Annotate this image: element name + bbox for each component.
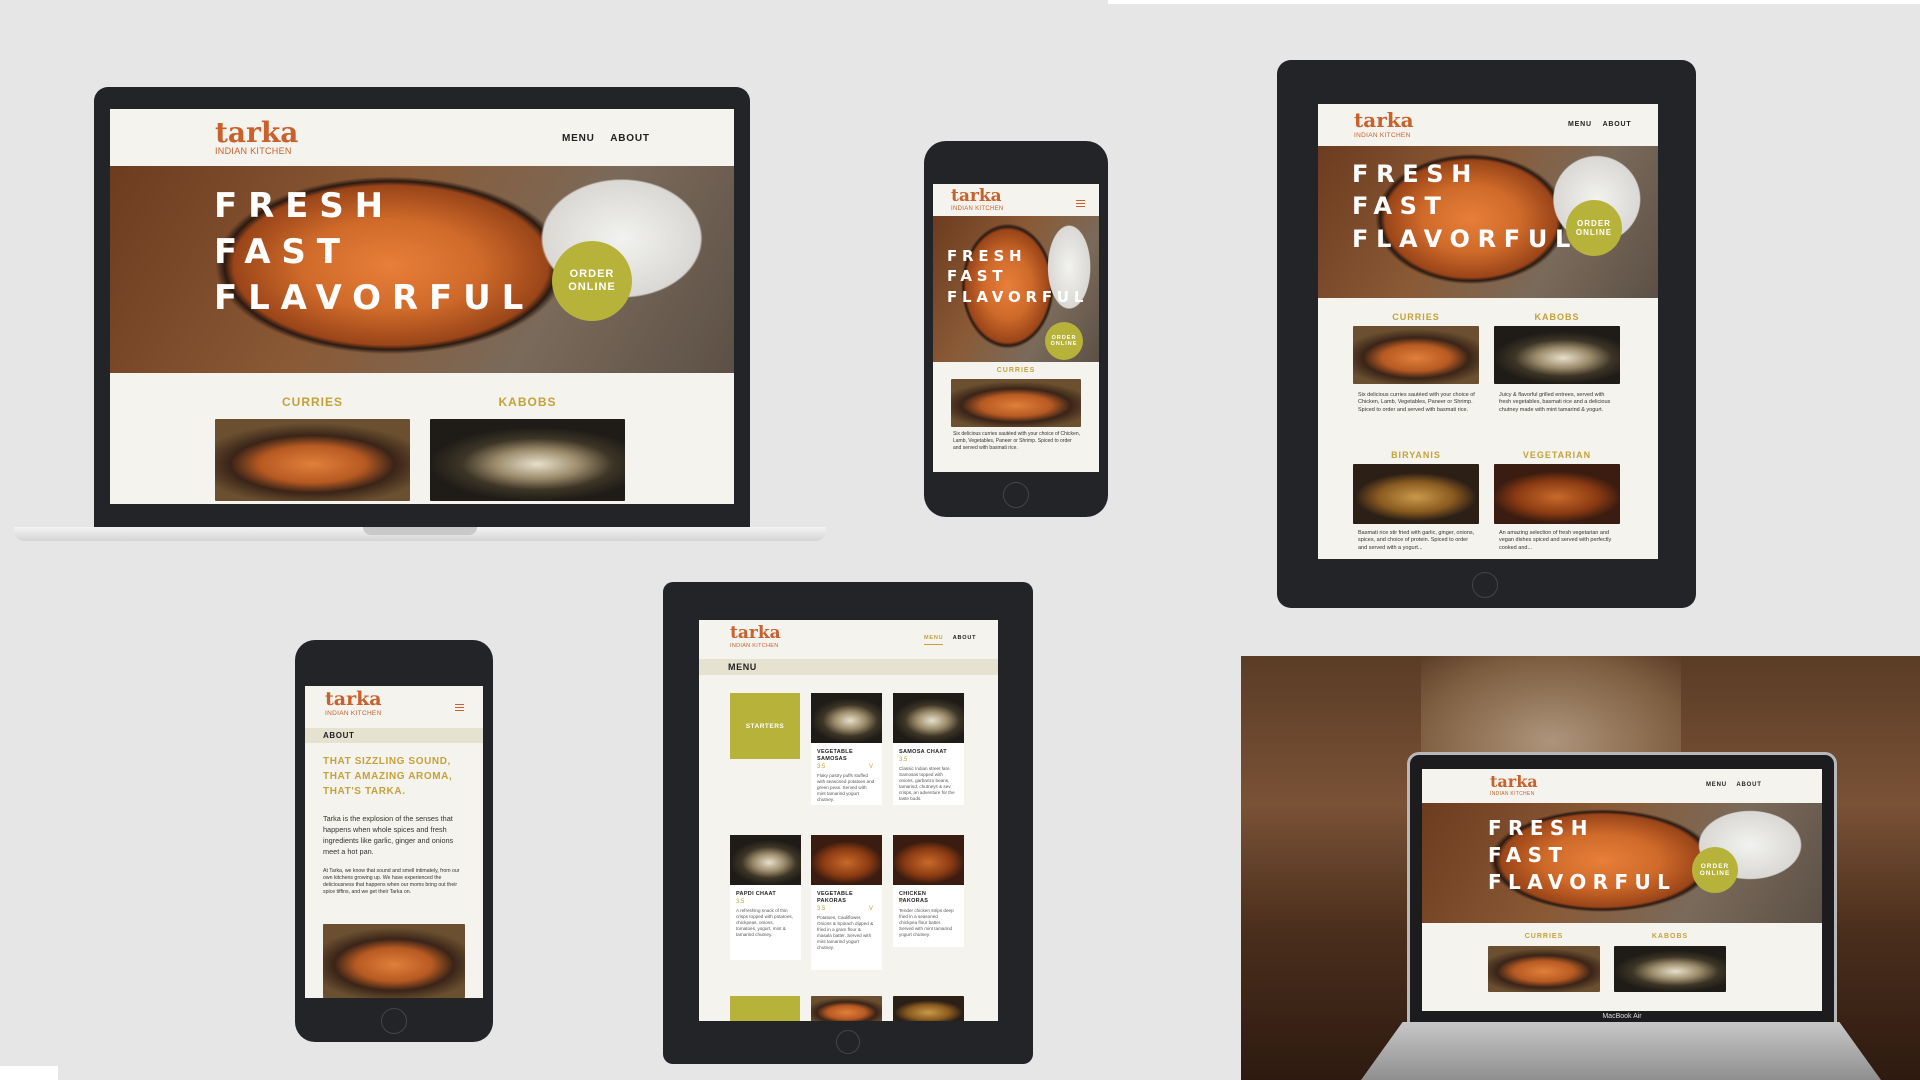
kabobs-image[interactable] [430, 419, 625, 501]
phone-screen-home: tarka INDIAN KITCHEN FRESH FAST FLAVORFU… [933, 184, 1099, 472]
section-curries-title: CURRIES [1392, 312, 1440, 322]
top-nav: MENU ABOUT [1556, 121, 1631, 128]
curries-image[interactable] [215, 419, 410, 501]
about-tagline: THAT SIZZLING SOUND, THAT AMAZING AROMA,… [323, 756, 453, 797]
phone-mockup-about: tarka INDIAN KITCHEN ABOUT THAT SIZZLING… [295, 640, 493, 1042]
home-button[interactable] [1003, 482, 1029, 508]
tablet-screen-home: tarka INDIAN KITCHEN MENU ABOUT FRESH FA… [1318, 104, 1658, 559]
order-online-button[interactable]: ORDER ONLINE [1566, 200, 1622, 256]
menu-item-image [811, 835, 882, 885]
vegetarian-description: An amazing selection of fresh vegetarian… [1499, 530, 1612, 551]
curries-image[interactable] [951, 379, 1081, 427]
section-kabobs-title: KABOBS [498, 395, 557, 409]
hero-image: FRESH FAST FLAVORFUL ORDER ONLINE [933, 216, 1099, 362]
macbook-label: MacBook Air [1602, 1013, 1642, 1020]
laptop-mockup: tarka INDIAN KITCHEN MENU ABOUT FRESH FA… [94, 87, 750, 527]
tablet-screen-menu: tarka INDIAN KITCHEN MENU ABOUT MENU STA… [699, 620, 998, 1021]
logo[interactable]: tarka INDIAN KITCHEN [215, 119, 298, 157]
hero-tagline: FRESH FAST FLAVORFUL [1352, 160, 1578, 253]
menu-item-card[interactable]: VEGETABLE SAMOSAS 3.5 V Flaky pastry puf… [811, 693, 882, 805]
nav-menu-link[interactable]: MENU [924, 635, 944, 645]
photo-laptop-screen: tarka INDIAN KITCHEN MENU ABOUT FRESH FA… [1422, 769, 1822, 1011]
nav-menu-link[interactable]: MENU [1568, 121, 1592, 128]
curries-description: Six delicious curries sautéed with your … [1358, 392, 1475, 413]
section-vegetarian-title: VEGETARIAN [1522, 450, 1592, 460]
hero-tagline: FRESH FAST FLAVORFUL [214, 186, 535, 318]
menu-heading: MENU [728, 662, 757, 672]
menu-item-card[interactable]: SAMOSA CHAAT 3.5 Classic Indian street f… [893, 693, 964, 805]
menu-item-image [893, 996, 964, 1021]
laptop-screen: tarka INDIAN KITCHEN MENU ABOUT FRESH FA… [110, 109, 734, 504]
top-nav: MENU ABOUT [550, 133, 650, 144]
kabobs-image[interactable] [1494, 326, 1620, 384]
curries-description: Six delicious curries sautéed with your … [953, 431, 1081, 451]
menu-item-image [893, 693, 964, 743]
tablet-mockup-home: tarka INDIAN KITCHEN MENU ABOUT FRESH FA… [1277, 60, 1696, 608]
hero-image: FRESH FAST FLAVORFUL ORDER ONLINE [1318, 146, 1658, 298]
hero-tagline: FRESH FAST FLAVORFUL [1488, 816, 1677, 894]
kabobs-description: Juicy & flavorful grilled entrees, serve… [1499, 392, 1611, 413]
about-paragraph-2: At Tarka, we know that sound and smell i… [323, 868, 460, 896]
order-online-button[interactable]: ORDER ONLINE [1045, 322, 1083, 360]
home-button[interactable] [381, 1008, 407, 1034]
menu-item-card[interactable]: PAPDI CHAAT 3.5 A refreshing snack of th… [730, 835, 801, 960]
order-online-button[interactable]: ORDER ONLINE [552, 241, 632, 321]
phone-mockup-home: tarka INDIAN KITCHEN FRESH FAST FLAVORFU… [924, 141, 1108, 517]
nav-about-link[interactable]: ABOUT [1603, 121, 1632, 128]
hero-tagline: FRESH FAST FLAVORFUL [947, 247, 1089, 306]
menu-heading-bar: MENU [699, 659, 998, 675]
section-curries-title: CURRIES [281, 395, 343, 409]
lifestyle-photo: tarka INDIAN KITCHEN MENU ABOUT FRESH FA… [1241, 656, 1920, 1080]
section-kabobs-title: KABOBS [1651, 933, 1689, 940]
nav-menu-link[interactable]: MENU [562, 133, 595, 144]
section-biryanis-title: BIRYANIS [1391, 450, 1441, 460]
section-curries-title: CURRIES [996, 367, 1036, 374]
tablet-mockup-menu: tarka INDIAN KITCHEN MENU ABOUT MENU STA… [663, 582, 1033, 1064]
section-curries-title: CURRIES [1524, 933, 1564, 940]
about-heading-bar: ABOUT [305, 728, 483, 743]
photo-laptop-lid: tarka INDIAN KITCHEN MENU ABOUT FRESH FA… [1407, 752, 1837, 1022]
logo[interactable]: tarka INDIAN KITCHEN [730, 625, 781, 650]
logo[interactable]: tarka INDIAN KITCHEN [1490, 774, 1538, 798]
hamburger-menu-icon[interactable] [1076, 200, 1085, 207]
edge-strip [0, 1066, 58, 1080]
biryanis-image[interactable] [1353, 464, 1479, 524]
vegetarian-image[interactable] [1494, 464, 1620, 524]
about-image [323, 924, 465, 998]
nav-about-link[interactable]: ABOUT [1736, 782, 1761, 788]
kabobs-image[interactable] [1614, 946, 1726, 992]
top-nav: MENU ABOUT [912, 635, 977, 645]
curries-image[interactable] [1353, 326, 1479, 384]
hero-image: FRESH FAST FLAVORFUL ORDER ONLINE [110, 166, 734, 373]
menu-item-card[interactable]: VEGETABLE PAKORAS 3.5 V Potatoes, Caulif… [811, 835, 882, 970]
menu-item-image [893, 835, 964, 885]
next-section-tile [730, 996, 800, 1021]
home-button[interactable] [1472, 572, 1498, 598]
laptop-notch [363, 527, 477, 535]
logo[interactable]: tarka INDIAN KITCHEN [1354, 110, 1414, 139]
section-kabobs-title: KABOBS [1534, 312, 1580, 322]
curries-image[interactable] [1488, 946, 1600, 992]
biryanis-description: Basmati rice stir fried with garlic, gin… [1358, 530, 1475, 551]
phone-screen-about: tarka INDIAN KITCHEN ABOUT THAT SIZZLING… [305, 686, 483, 998]
about-heading: ABOUT [323, 731, 355, 740]
hero-image: FRESH FAST FLAVORFUL ORDER ONLINE [1422, 803, 1822, 923]
nav-menu-link[interactable]: MENU [1706, 782, 1727, 788]
menu-item-image [811, 996, 882, 1021]
menu-item-image [730, 835, 801, 885]
home-button[interactable] [836, 1030, 860, 1054]
about-paragraph-1: Tarka is the explosion of the senses tha… [323, 814, 454, 856]
photo-laptop-keyboard [1361, 1022, 1881, 1080]
nav-about-link[interactable]: ABOUT [953, 635, 977, 641]
order-online-button[interactable]: ORDER ONLINE [1692, 847, 1738, 893]
menu-item-card[interactable]: CHICKEN PAKORAS 4 Tender chicken strips … [893, 835, 964, 947]
top-nav: MENU ABOUT [1694, 782, 1762, 788]
menu-item-image [811, 693, 882, 743]
hamburger-menu-icon[interactable] [455, 704, 464, 711]
edge-strip [1108, 0, 1920, 4]
nav-about-link[interactable]: ABOUT [610, 133, 650, 144]
logo[interactable]: tarka INDIAN KITCHEN [325, 690, 382, 718]
starters-tile[interactable]: STARTERS [730, 693, 800, 759]
logo[interactable]: tarka INDIAN KITCHEN [951, 188, 1004, 213]
